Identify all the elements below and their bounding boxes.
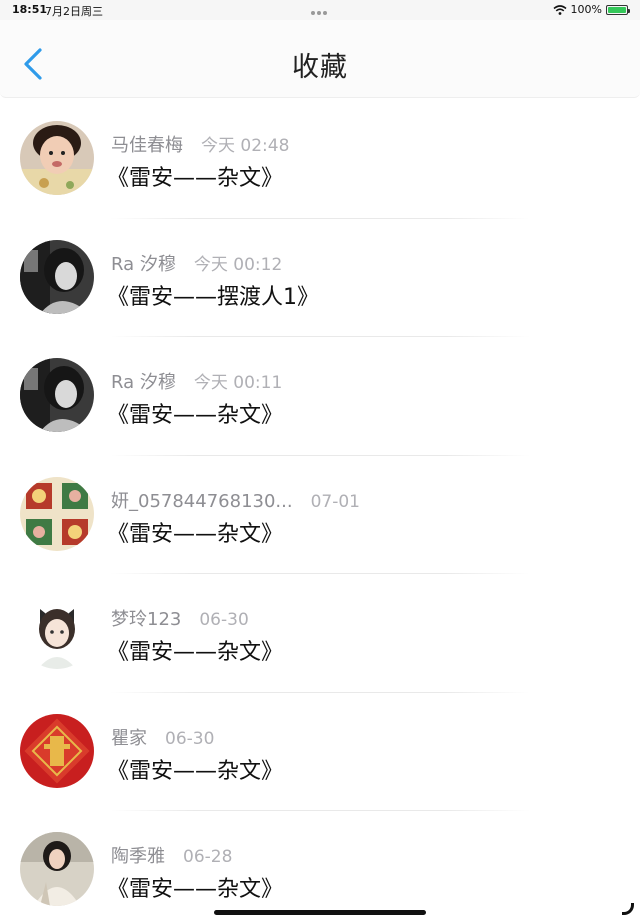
favorite-item[interactable]: 瞿家 06-30 《雷安——杂文》 xyxy=(0,693,640,811)
item-meta: Ra 汐穆 今天 00:12 xyxy=(111,250,282,276)
post-time: 07-01 xyxy=(310,491,360,512)
item-meta: 瞿家 06-30 xyxy=(111,724,214,750)
post-time: 今天 00:11 xyxy=(193,373,283,393)
favorite-item[interactable]: Ra 汐穆 今天 00:11 《雷安——杂文》 xyxy=(0,337,640,456)
user-name[interactable]: Ra 汐穆 xyxy=(111,250,176,276)
item-meta: Ra 汐穆 今天 00:11 xyxy=(111,368,282,394)
post-time: 06-30 xyxy=(199,610,249,630)
status-time: 18:51 xyxy=(12,3,48,16)
post-title[interactable]: 《雷安——杂文》 xyxy=(107,160,283,192)
favorite-item[interactable]: 马佳春梅 今天 02:48 《雷安——杂文》 xyxy=(0,100,640,219)
battery-icon xyxy=(606,4,630,15)
user-name[interactable]: 瞿家 xyxy=(111,724,147,750)
post-title[interactable]: 《雷安——杂文》 xyxy=(107,753,283,785)
user-name[interactable]: 妍_057844768130... xyxy=(111,487,293,513)
page-title: 收藏 xyxy=(292,52,348,83)
favorites-list: 马佳春梅 今天 02:48 《雷安——杂文》 Ra 汐穆 今天 00:12 《雷… xyxy=(0,100,640,921)
post-time: 06-30 xyxy=(165,728,215,749)
item-meta: 梦玲123 06-30 xyxy=(111,605,249,631)
battery-percent: 100% xyxy=(570,3,602,16)
user-name[interactable]: 马佳春梅 xyxy=(111,131,183,157)
favorite-item[interactable]: 妍_057844768130... 07-01 《雷安——杂文》 xyxy=(0,456,640,574)
home-indicator[interactable] xyxy=(214,910,426,915)
post-time: 06-28 xyxy=(183,847,233,867)
nav-header: 收藏 xyxy=(0,20,640,98)
status-date: 7月2日周三 xyxy=(45,5,103,18)
fu-character-avatar[interactable] xyxy=(20,713,94,788)
user-name[interactable]: 陶季雅 xyxy=(111,842,165,868)
post-title[interactable]: 《雷安——杂文》 xyxy=(107,516,283,548)
grayscale-girl-avatar[interactable] xyxy=(20,358,94,432)
post-title[interactable]: 《雷安——杂文》 xyxy=(107,871,283,903)
anime-girl-avatar[interactable] xyxy=(20,595,94,669)
favorites-screen: 18:51 7月2日周三 100% 收藏 马佳春梅 今天 02:48 《雷安——… xyxy=(0,0,640,921)
child-photo-avatar[interactable] xyxy=(20,121,94,195)
post-title[interactable]: 《雷安——杂文》 xyxy=(107,397,283,429)
favorite-item[interactable]: Ra 汐穆 今天 00:12 《雷安——摆渡人1》 xyxy=(0,219,640,337)
status-right-group: 100% xyxy=(553,3,630,16)
item-meta: 妍_057844768130... 07-01 xyxy=(111,487,360,513)
post-time: 今天 00:12 xyxy=(193,254,283,275)
grayscale-girl-avatar[interactable] xyxy=(20,239,94,314)
multitask-dots-icon[interactable] xyxy=(311,5,329,15)
post-title[interactable]: 《雷安——杂文》 xyxy=(107,634,283,666)
favorite-item[interactable]: 梦玲123 06-30 《雷安——杂文》 xyxy=(0,574,640,693)
status-bar: 18:51 7月2日周三 100% xyxy=(0,0,640,20)
user-name[interactable]: Ra 汐穆 xyxy=(111,368,176,394)
woman-photo-avatar[interactable] xyxy=(20,832,94,906)
favorite-item[interactable]: 陶季雅 06-28 《雷安——杂文》 xyxy=(0,811,640,921)
post-title[interactable]: 《雷安——摆渡人1》 xyxy=(107,279,319,311)
new-year-pattern-avatar[interactable] xyxy=(20,476,94,551)
item-meta: 马佳春梅 今天 02:48 xyxy=(111,131,289,157)
post-time: 今天 02:48 xyxy=(201,136,290,156)
user-name[interactable]: 梦玲123 xyxy=(111,605,181,631)
wifi-icon xyxy=(553,4,567,15)
item-meta: 陶季雅 06-28 xyxy=(111,842,232,868)
